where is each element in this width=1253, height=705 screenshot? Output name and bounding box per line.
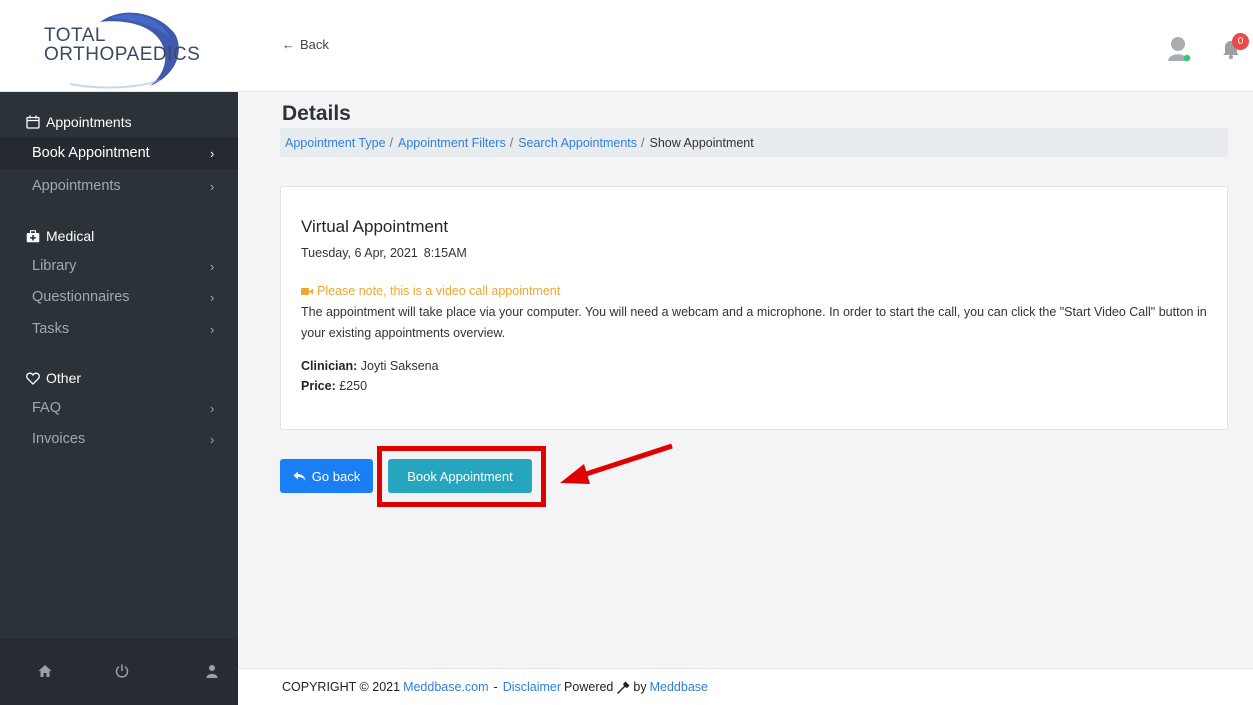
sidebar-footer	[0, 639, 238, 705]
group-label: Appointments	[46, 114, 132, 130]
online-status-dot	[1183, 54, 1191, 62]
sidebar-item-label: FAQ	[32, 400, 62, 416]
sidebar-item-label: Questionnaires	[32, 289, 130, 305]
by-text: by	[633, 680, 647, 694]
appointment-date: Tuesday, 6 Apr, 2021	[301, 246, 418, 260]
footer-dash: -	[493, 680, 498, 694]
appointment-title: Virtual Appointment	[301, 217, 449, 236]
chevron-right-icon: ›	[210, 145, 215, 161]
logo-text: TOTAL ORTHOPAEDICS	[44, 26, 200, 64]
breadcrumb-current: Show Appointment	[649, 135, 754, 150]
chevron-right-icon: ›	[210, 321, 215, 337]
chevron-right-icon: ›	[210, 289, 215, 305]
video-call-note: Please note, this is a video call appoin…	[301, 284, 560, 298]
user-icon[interactable]	[204, 663, 220, 679]
go-back-button[interactable]: Go back	[280, 459, 373, 493]
breadcrumb-appointment-filters[interactable]: Appointment Filters	[398, 136, 506, 150]
copyright-text: COPYRIGHT © 2021	[282, 680, 401, 694]
breadcrumb: Appointment Type / Appointment Filters /…	[280, 128, 1228, 157]
medkit-icon	[26, 229, 40, 242]
wrench-icon	[617, 681, 630, 694]
logo-line1: TOTAL	[44, 25, 106, 46]
sidebar-item-appointments[interactable]: Appointments ›	[0, 170, 238, 202]
power-icon[interactable]	[114, 663, 130, 679]
sidebar-item-label: Invoices	[32, 431, 86, 447]
price-info: Price: £250	[301, 379, 367, 393]
sidebar-group-medical: Medical	[26, 228, 94, 244]
breadcrumb-separator: /	[509, 135, 514, 150]
arrow-left-icon: ←	[282, 37, 295, 52]
appointment-time: 8:15AM	[423, 246, 467, 260]
book-appointment-button[interactable]: Book Appointment	[388, 459, 532, 493]
back-label: Back	[300, 37, 329, 52]
total-orthopaedics-logo[interactable]: TOTAL ORTHOPAEDICS	[10, 4, 210, 90]
logo-line2: ORTHOPAEDICS	[44, 44, 201, 65]
sidebar-item-label: Tasks	[32, 321, 70, 337]
meddbase-site-link[interactable]: Meddbase.com	[403, 680, 488, 694]
sidebar: Appointments Book Appointment › Appointm…	[0, 92, 238, 705]
clinician-info: Clinician: Joyti Saksena	[301, 359, 439, 373]
appointment-datetime: Tuesday, 6 Apr, 2021 8:15AM	[301, 246, 467, 260]
sidebar-item-library[interactable]: Library ›	[0, 250, 238, 282]
breadcrumb-appointment-type[interactable]: Appointment Type	[285, 136, 386, 150]
sidebar-item-questionnaires[interactable]: Questionnaires ›	[0, 281, 238, 313]
price-label: Price:	[301, 379, 336, 393]
sidebar-item-tasks[interactable]: Tasks ›	[0, 313, 238, 345]
user-avatar[interactable]	[1166, 34, 1192, 62]
price-value: £250	[339, 379, 368, 393]
sidebar-item-faq[interactable]: FAQ ›	[0, 392, 238, 424]
annotation-arrow-icon	[560, 443, 673, 484]
breadcrumb-separator: /	[641, 135, 645, 150]
breadcrumb-separator: /	[389, 135, 394, 150]
notification-badge: 0	[1232, 33, 1249, 50]
sidebar-group-appointments: Appointments	[26, 114, 132, 130]
header-back-link[interactable]: ← Back	[282, 37, 329, 52]
sidebar-item-label: Library	[32, 258, 77, 274]
home-icon[interactable]	[37, 663, 53, 679]
sidebar-group-other: Other	[26, 370, 81, 386]
go-back-label: Go back	[311, 468, 361, 484]
sidebar-item-label: Appointments	[32, 178, 121, 194]
disclaimer-link[interactable]: Disclaimer	[503, 680, 561, 694]
breadcrumb-search-appointments[interactable]: Search Appointments	[518, 136, 637, 150]
calendar-icon	[26, 115, 40, 129]
appointment-description: The appointment will take place via your…	[301, 305, 1207, 340]
page-title: Details	[282, 102, 351, 125]
sidebar-item-invoices[interactable]: Invoices ›	[0, 423, 238, 455]
video-call-note-text: Please note, this is a video call appoin…	[317, 284, 561, 298]
heart-icon	[26, 372, 40, 385]
meddbase-link[interactable]: Meddbase	[650, 680, 708, 694]
video-camera-icon	[301, 287, 313, 295]
chevron-right-icon: ›	[210, 258, 215, 274]
top-header: TOTAL ORTHOPAEDICS ← Back 0	[0, 0, 1253, 92]
group-label: Other	[46, 370, 82, 386]
chevron-right-icon: ›	[210, 178, 215, 194]
clinician-value: Joyti Saksena	[360, 359, 439, 373]
chevron-right-icon: ›	[210, 400, 215, 416]
group-label: Medical	[46, 228, 95, 244]
reply-icon	[293, 471, 306, 481]
powered-text: Powered	[564, 680, 614, 694]
clinician-label: Clinician:	[301, 359, 358, 373]
appointment-details-card: Virtual Appointment Tuesday, 6 Apr, 2021…	[280, 186, 1228, 430]
sidebar-item-label: Book Appointment	[32, 145, 150, 161]
page-footer: COPYRIGHT © 2021 Meddbase.com - Disclaim…	[238, 668, 1253, 705]
chevron-right-icon: ›	[210, 431, 215, 447]
sidebar-item-book-appointment[interactable]: Book Appointment ›	[0, 137, 238, 169]
